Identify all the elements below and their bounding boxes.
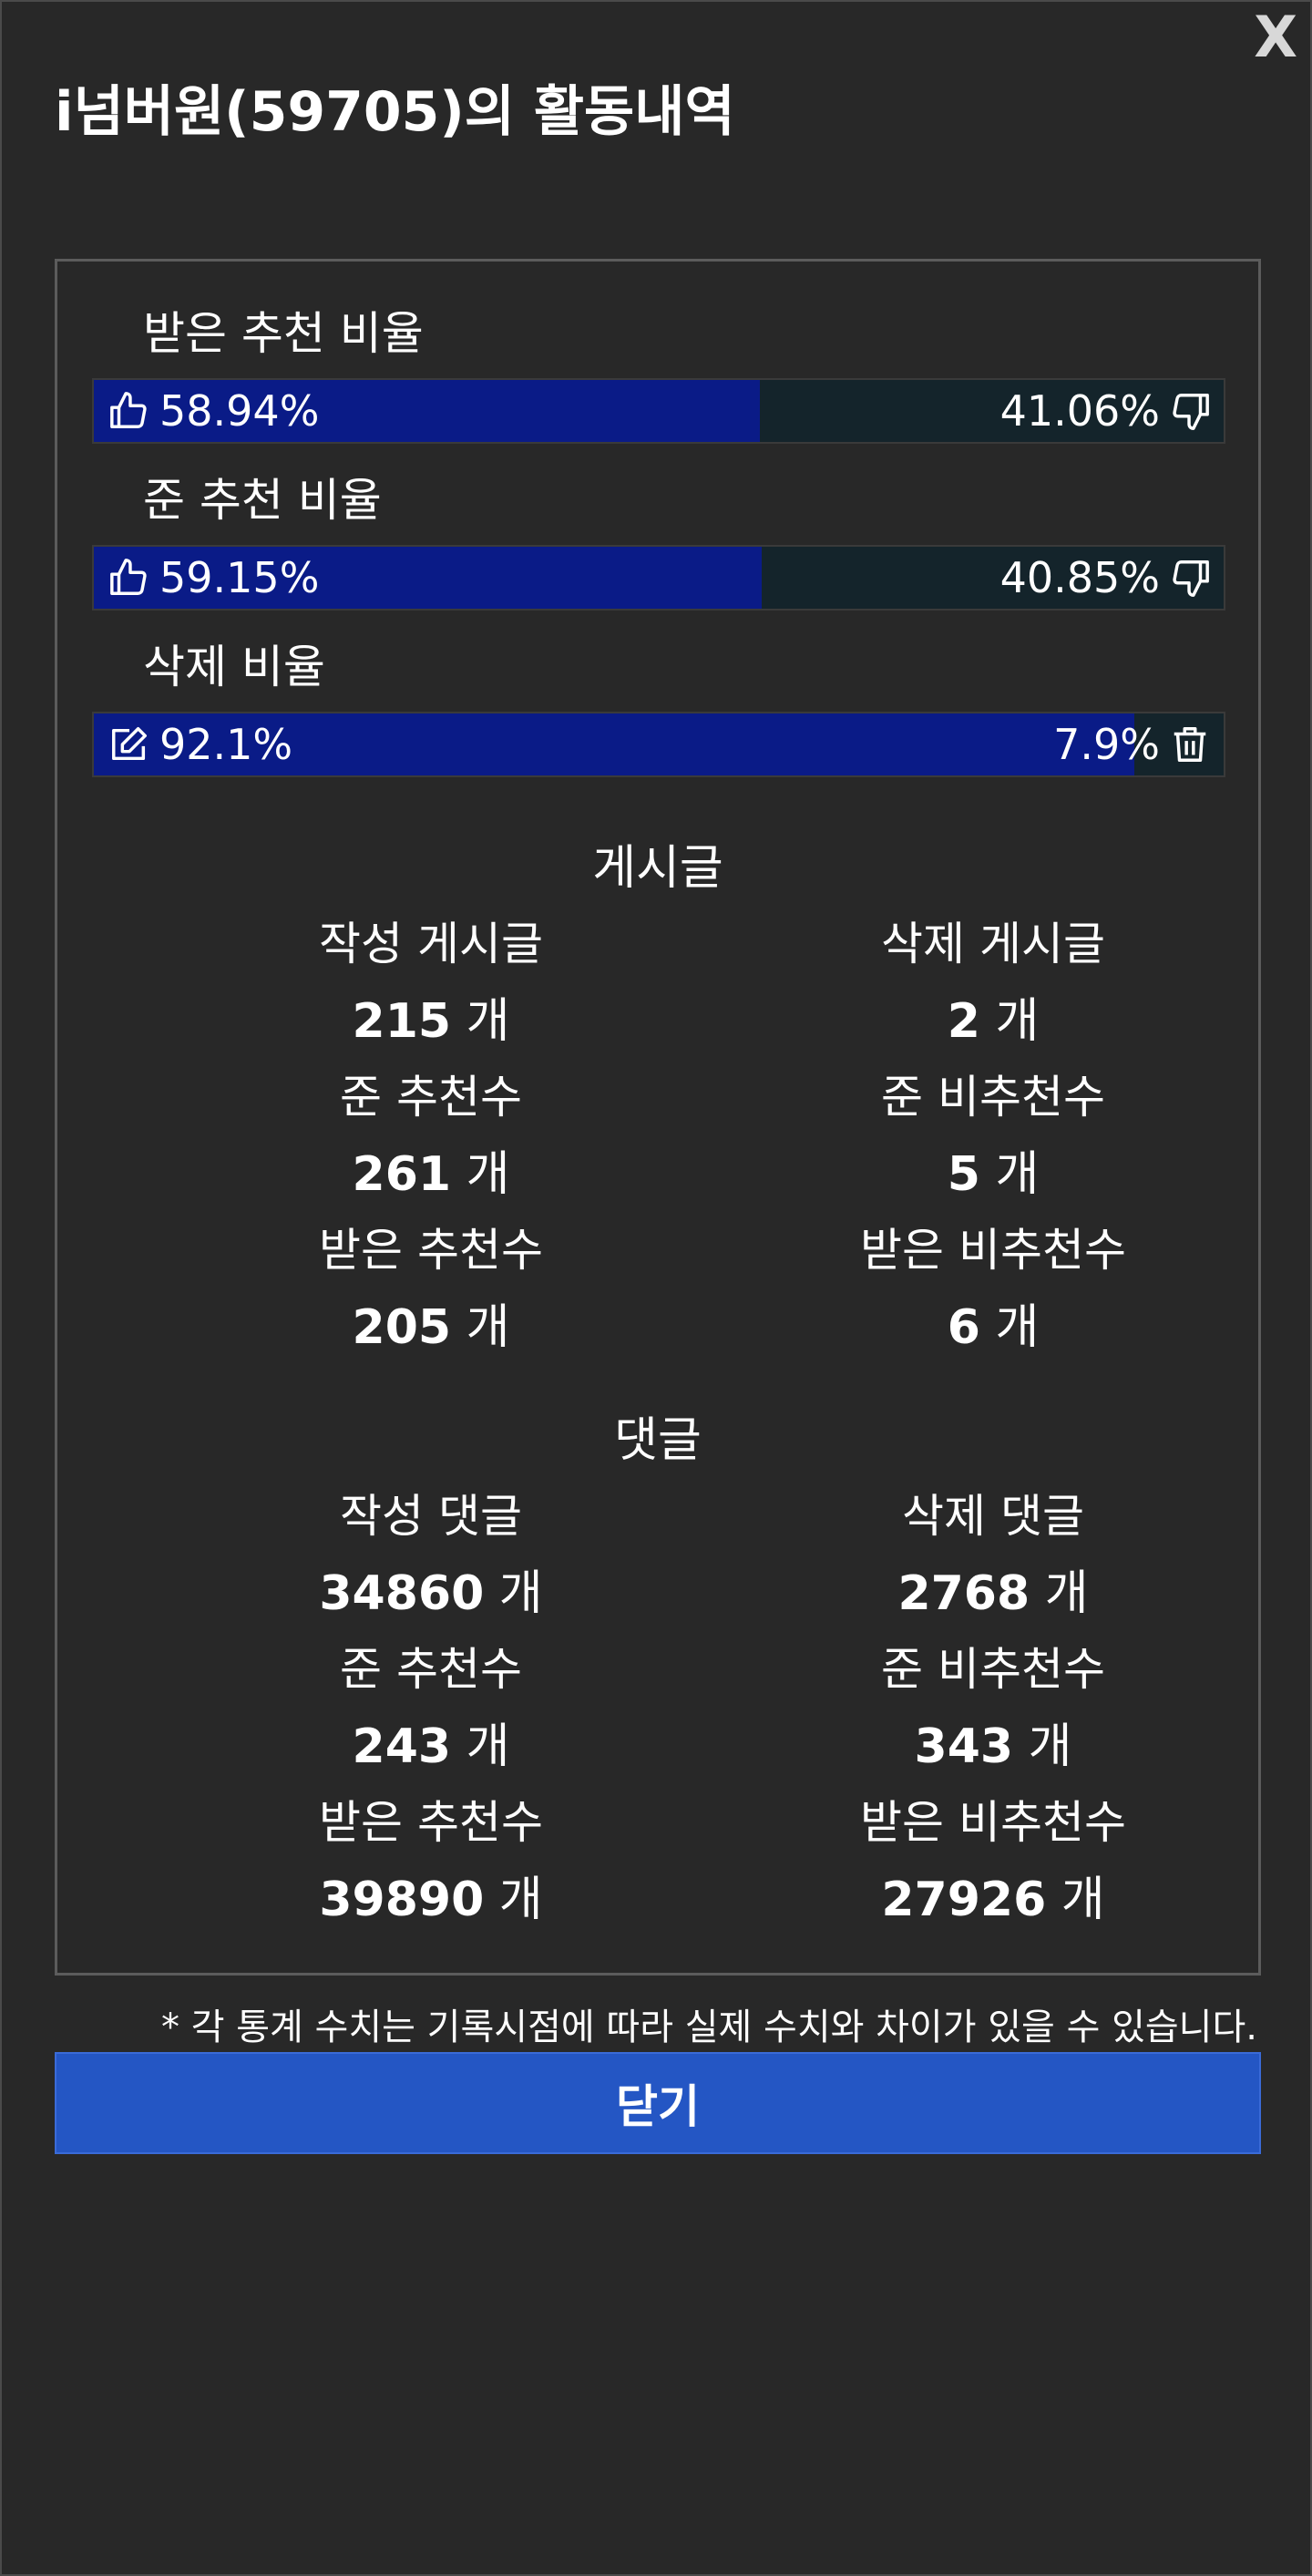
stat-label: 준 비추천수 (881, 1643, 1105, 1696)
stat-label: 받은 비추천수 (860, 1224, 1126, 1277)
given-recommend-ratio-bar: 59.15% 40.85% (92, 545, 1225, 611)
stat-value: 39890 개 (319, 1873, 543, 1927)
stat-label: 삭제 게시글 (881, 918, 1105, 970)
ratio-left-value: 58.94% (159, 386, 320, 436)
stat-label: 받은 추천수 (319, 1796, 543, 1849)
edit-icon (108, 724, 150, 765)
close-button[interactable]: 닫기 (55, 2052, 1261, 2154)
stat-value: 205 개 (352, 1300, 510, 1355)
stat-value: 5 개 (947, 1147, 1040, 1202)
activity-dialog: X i넘버원(59705)의 활동내역 받은 추천 비율 58.94% 41.0… (0, 0, 1312, 2576)
stat-value: 27926 개 (881, 1873, 1105, 1927)
ratio-right-value: 41.06% (999, 386, 1160, 436)
ratio-left-value: 59.15% (159, 553, 320, 602)
stat-value: 215 개 (352, 994, 510, 1049)
thumbs-down-icon (1169, 390, 1211, 432)
ratio-left-value: 92.1% (159, 720, 293, 769)
close-x-button[interactable]: X (1254, 9, 1297, 66)
stat-value: 34860 개 (319, 1566, 543, 1621)
stat-label: 작성 댓글 (340, 1490, 522, 1543)
stat-label: 받은 비추천수 (860, 1796, 1126, 1849)
stat-value: 261 개 (352, 1147, 510, 1202)
thumbs-up-icon (108, 557, 150, 599)
stat-value: 2768 개 (897, 1566, 1089, 1621)
delete-ratio-label: 삭제 비율 (143, 641, 325, 693)
stat-label: 준 추천수 (340, 1071, 522, 1124)
stats-panel: 받은 추천 비율 58.94% 41.06% 준 추천 비율 59.15% 40… (55, 259, 1261, 1976)
trash-icon (1169, 724, 1211, 765)
stat-value: 343 개 (914, 1719, 1072, 1774)
stat-label: 준 비추천수 (881, 1071, 1105, 1124)
posts-section-title: 게시글 (592, 841, 723, 896)
disclaimer-text: * 각 통계 수치는 기록시점에 따라 실제 수치와 차이가 있을 수 있습니다… (161, 2006, 1257, 2048)
stat-label: 삭제 댓글 (902, 1490, 1084, 1543)
thumbs-up-icon (108, 390, 150, 432)
ratio-right-value: 40.85% (999, 553, 1160, 602)
given-recommend-ratio-label: 준 추천 비율 (143, 474, 382, 527)
stat-value: 2 개 (947, 994, 1040, 1049)
dialog-title: i넘버원(59705)의 활동내역 (55, 80, 735, 144)
comments-section-title: 댓글 (614, 1413, 702, 1468)
stat-label: 받은 추천수 (319, 1224, 543, 1277)
received-recommend-ratio-label: 받은 추천 비율 (143, 307, 424, 360)
thumbs-down-icon (1169, 557, 1211, 599)
stat-value: 6 개 (947, 1300, 1040, 1355)
stat-label: 작성 게시글 (319, 918, 543, 970)
delete-ratio-bar: 92.1% 7.9% (92, 712, 1225, 777)
received-recommend-ratio-bar: 58.94% 41.06% (92, 378, 1225, 444)
stat-value: 243 개 (352, 1719, 510, 1774)
ratio-right-value: 7.9% (1053, 720, 1160, 769)
stat-label: 준 추천수 (340, 1643, 522, 1696)
